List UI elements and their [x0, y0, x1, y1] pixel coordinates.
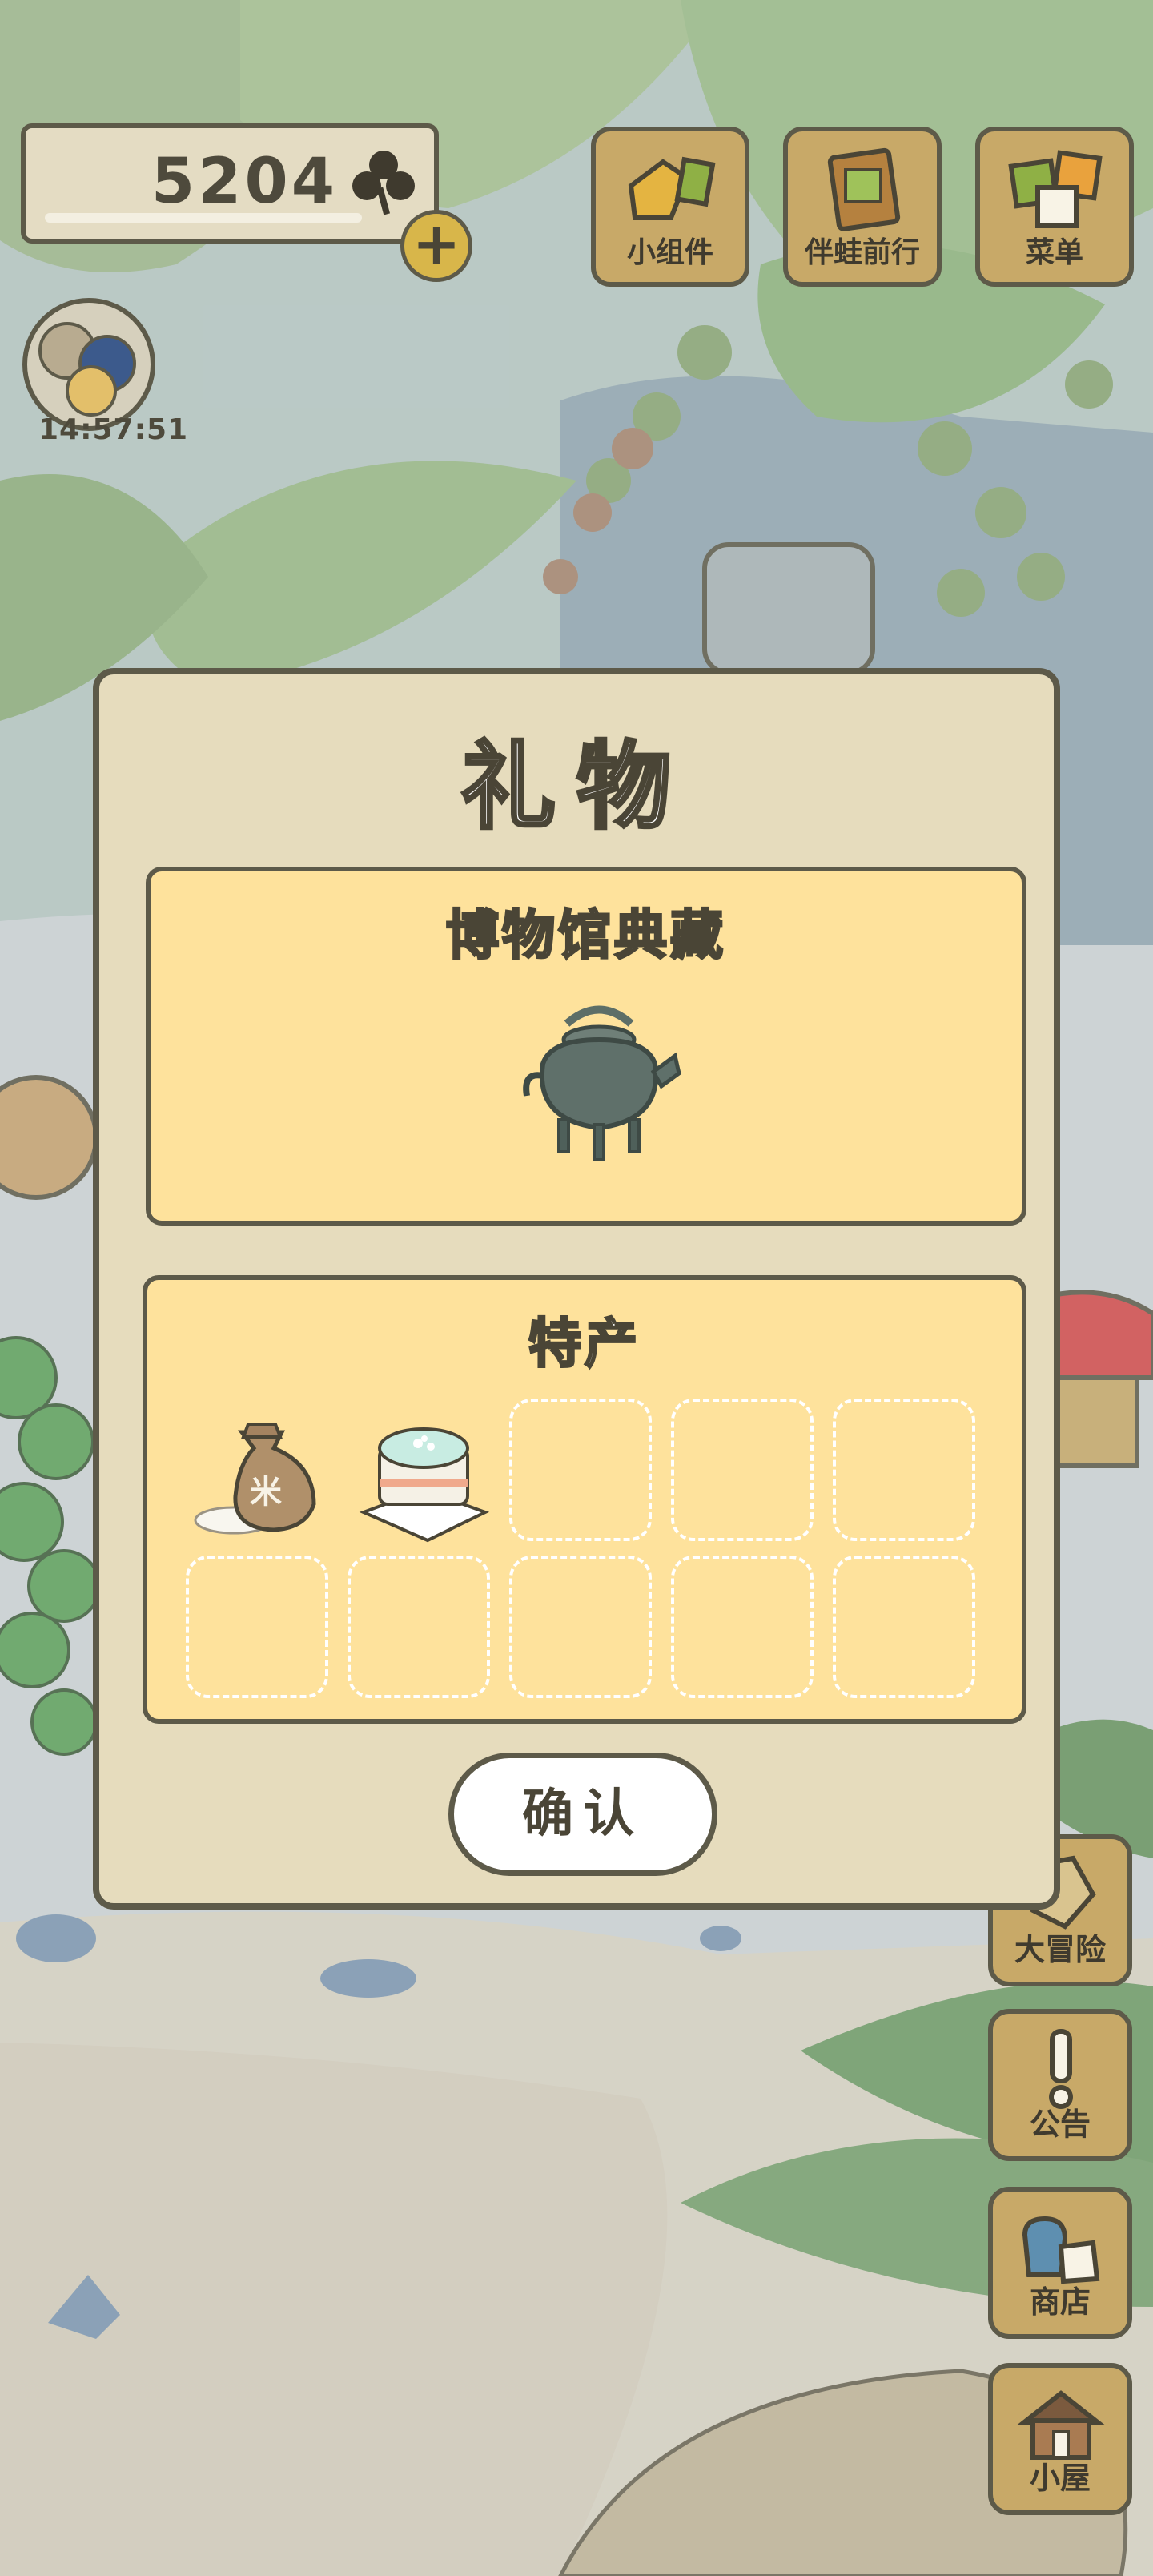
dialog-title: 礼物 [460, 730, 692, 843]
trip-timer: 14:57:51 [38, 413, 189, 446]
specialty-item-cake[interactable] [348, 1400, 500, 1552]
specialty-item-rice-sack[interactable]: 米 [186, 1400, 338, 1552]
add-clover-button[interactable]: + [400, 210, 472, 282]
postcard-stack-icon [38, 322, 136, 417]
empty-item-slot[interactable] [833, 1399, 975, 1541]
confirm-button[interactable]: 确认 [448, 1753, 717, 1876]
clover-icon [352, 151, 415, 215]
clover-progress-bar [45, 213, 362, 223]
menu-button[interactable]: 菜单 [975, 127, 1134, 287]
museum-collection-panel: 博物馆典藏 [146, 867, 1026, 1226]
house-button[interactable]: 小屋 [988, 2363, 1132, 2515]
museum-collection-title: 博物馆典藏 [445, 904, 726, 968]
menu-label: 菜单 [1025, 236, 1083, 269]
cake-icon [359, 1427, 490, 1543]
journey-label: 伴蛙前行 [804, 236, 920, 269]
widget-button[interactable]: 小组件 [591, 127, 749, 287]
empty-item-slot[interactable] [509, 1399, 652, 1541]
empty-item-slot[interactable] [186, 1556, 328, 1698]
journey-button[interactable]: 伴蛙前行 [783, 127, 942, 287]
empty-item-slot[interactable] [509, 1556, 652, 1698]
shop-label: 商店 [1029, 2284, 1091, 2320]
shop-button[interactable]: 商店 [988, 2187, 1132, 2339]
clover-counter: 5204 [21, 123, 439, 244]
rice-sack-label: 米 [250, 1474, 282, 1511]
empty-item-slot[interactable] [833, 1556, 975, 1698]
rice-sack-icon: 米 [194, 1423, 316, 1535]
clover-count: 5204 [151, 146, 338, 218]
specialty-title: 特产 [528, 1312, 641, 1376]
plus-icon: + [412, 210, 461, 277]
specialty-panel: 特产 米 [143, 1275, 1026, 1724]
notice-button[interactable]: 公告 [988, 2009, 1132, 2161]
menu-cards-icon [1008, 150, 1103, 228]
notice-label: 公告 [1029, 2107, 1091, 2142]
widget-icon [628, 156, 716, 220]
empty-item-slot[interactable] [671, 1556, 814, 1698]
journey-book-icon [827, 147, 901, 231]
widget-label: 小组件 [626, 236, 713, 269]
empty-item-slot[interactable] [671, 1399, 814, 1541]
bronze-kettle-icon[interactable] [511, 1000, 687, 1176]
frog-postcard-avatar[interactable] [22, 298, 155, 431]
house-label: 小屋 [1029, 2461, 1091, 2496]
gift-dialog: 礼物 博物馆典藏 特产 米 确认 [93, 668, 1060, 1910]
adventure-label: 大冒险 [1014, 1932, 1106, 1967]
empty-item-slot[interactable] [348, 1556, 490, 1698]
